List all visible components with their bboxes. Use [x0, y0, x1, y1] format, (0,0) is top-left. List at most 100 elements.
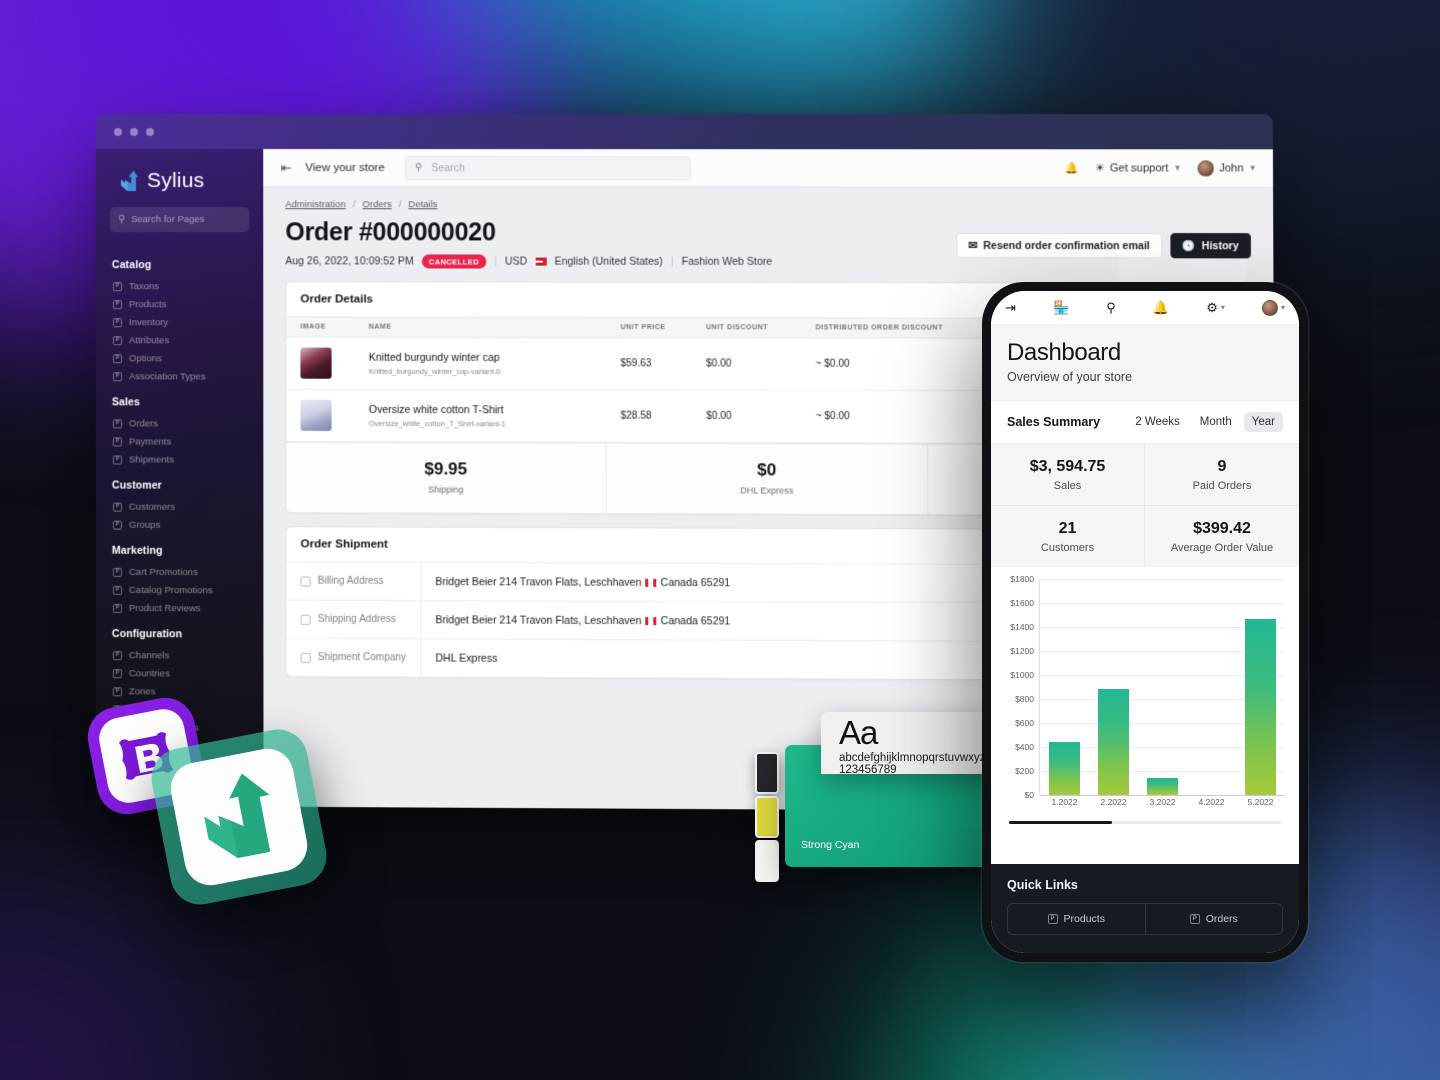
search-icon[interactable]: ⚲	[1106, 300, 1116, 316]
clock-icon: 🕓	[1182, 240, 1196, 253]
meta-divider: |	[670, 255, 674, 268]
chart-bar[interactable]	[1245, 619, 1276, 795]
sidebar-item-orders[interactable]: P Orders	[96, 414, 263, 432]
sidebar-item-countries[interactable]: P Countries	[96, 664, 264, 683]
chart-x-tick-label: 4.2022	[1198, 797, 1225, 807]
sidebar-item-shipments[interactable]: P Shipments	[96, 450, 263, 469]
chart-bar-cell[interactable]	[1089, 579, 1138, 795]
page-icon: P	[112, 281, 122, 291]
period-month[interactable]: Month	[1192, 412, 1240, 432]
breadcrumb-orders[interactable]: Orders	[362, 199, 391, 210]
product-name: Oversize white cotton T-Shirt	[368, 403, 504, 416]
sidebar-item-association-types[interactable]: P Association Types	[96, 367, 263, 385]
chart-y-tick-label: $1600	[1010, 598, 1034, 608]
dashboard-subtitle: Overview of your store	[1007, 370, 1133, 384]
chart-y-tick-label: $600	[1015, 717, 1034, 728]
user-name-label: John	[1219, 161, 1244, 175]
sidebar-item-taxons[interactable]: P Taxons	[96, 277, 263, 295]
window-close-dot[interactable]	[113, 127, 122, 136]
get-support-menu[interactable]: ⚙ ▾	[1206, 300, 1225, 316]
chart-bar-cell[interactable]	[1138, 579, 1187, 795]
quick-links-row: P Products P Orders	[1007, 903, 1283, 935]
chart-scrollbar[interactable]	[1009, 821, 1281, 824]
collapse-sidebar-icon[interactable]: ⇤	[279, 160, 293, 176]
sidebar-item-channels[interactable]: P Channels	[96, 646, 264, 665]
total-label: DHL Express	[740, 485, 794, 496]
quick-link-orders[interactable]: P Orders	[1144, 904, 1283, 934]
chart-scrollbar-thumb[interactable]	[1009, 821, 1113, 824]
window-minimize-dot[interactable]	[130, 127, 139, 136]
user-menu[interactable]: John ▼	[1197, 159, 1257, 177]
chart-x-tick-label: 5.2022	[1247, 797, 1274, 807]
search-icon: ⚲	[414, 162, 423, 174]
sidebar-item-cart-promotions[interactable]: P Cart Promotions	[96, 563, 263, 582]
sidebar-search-input[interactable]: ⚲ Search for Pages	[109, 207, 250, 233]
kpi-label: Sales	[1053, 480, 1082, 492]
kpi-value: $3, 594.75	[1029, 458, 1106, 475]
store-icon[interactable]: 🏪	[1053, 300, 1069, 316]
search-field[interactable]	[431, 161, 690, 174]
page-icon: P	[112, 418, 122, 428]
chevron-down-icon: ▼	[1173, 163, 1182, 173]
status-badge: CANCELLED	[421, 254, 487, 269]
sidebar-item-label: Attributes	[128, 334, 170, 346]
window-maximize-dot[interactable]	[146, 127, 155, 136]
chart-bar-cell[interactable]	[1187, 579, 1236, 795]
sidebar-item-products[interactable]: P Products	[96, 295, 263, 313]
get-support-label: Get support	[1109, 161, 1169, 175]
cell-unit-discount: $0.00	[698, 390, 808, 443]
quick-links-panel: Quick Links P Products P Orders	[991, 864, 1299, 953]
search-icon: ⚲	[117, 214, 125, 226]
chart-y-tick-label: $1800	[1010, 574, 1034, 584]
history-button[interactable]: 🕓 History	[1170, 233, 1251, 259]
total-dhl-express: $0 DHL Express	[606, 443, 929, 515]
sylius-logo[interactable]: Sylius	[96, 161, 263, 205]
kpi-paid-orders: 9 Paid Orders	[1145, 444, 1299, 506]
total-label: Shipping	[428, 484, 464, 495]
billing-address-text: Bridget Beier 214 Travon Flats, Leschhav…	[435, 575, 642, 589]
sidebar-item-inventory[interactable]: P Inventory	[96, 313, 263, 331]
chart-bar[interactable]	[1147, 778, 1178, 795]
order-channel: Fashion Web Store	[681, 255, 773, 268]
view-your-store-link[interactable]: View your store	[305, 162, 384, 174]
breadcrumb-administration[interactable]: Administration	[285, 199, 345, 210]
notifications-bell-icon[interactable]: 🔔	[1153, 300, 1169, 316]
sidebar-item-customers[interactable]: P Customers	[96, 498, 263, 517]
shipment-company-label: Shipment Company	[317, 651, 407, 664]
envelope-icon: ✉	[968, 239, 978, 252]
sidebar-item-options[interactable]: P Options	[96, 349, 263, 367]
page-title: Order #000000020	[285, 218, 496, 247]
chart-bar-cell[interactable]	[1236, 579, 1285, 795]
search-input[interactable]: ⚲	[404, 155, 691, 180]
sidebar-item-payments[interactable]: P Payments	[96, 432, 263, 450]
canada-flag-icon	[645, 616, 657, 625]
product-thumbnail	[300, 399, 332, 431]
chart-bar[interactable]	[1049, 741, 1080, 795]
sidebar-item-attributes[interactable]: P Attributes	[96, 331, 263, 349]
sales-summary-bar: Sales Summary 2 Weeks Month Year	[991, 401, 1299, 444]
resend-label: Resend order confirmation email	[983, 239, 1150, 252]
swatch-yellow	[755, 796, 779, 838]
chart-bar-cell[interactable]	[1040, 579, 1089, 795]
sidebar-item-product-reviews[interactable]: P Product Reviews	[96, 599, 263, 618]
page-icon: P	[112, 436, 122, 446]
box-icon	[300, 614, 311, 625]
period-2-weeks[interactable]: 2 Weeks	[1127, 412, 1188, 432]
quick-link-label: Products	[1063, 913, 1105, 925]
collapse-sidebar-icon[interactable]: ⇥	[1005, 300, 1016, 316]
period-year[interactable]: Year	[1243, 412, 1283, 432]
product-variant: Oversize_white_cotton_T_Shirt-variant-1	[368, 418, 506, 428]
sylius-app-logo-inner	[166, 744, 312, 890]
get-support-menu[interactable]: ☀ Get support ▼	[1095, 161, 1182, 175]
chart-bar[interactable]	[1098, 688, 1129, 795]
chart-bars	[1040, 579, 1285, 795]
period-segmented-control: 2 Weeks Month Year	[1127, 412, 1283, 432]
quick-link-products[interactable]: P Products	[1008, 904, 1145, 934]
cell-unit-price: $28.58	[612, 389, 699, 443]
notifications-bell-icon[interactable]: 🔔	[1065, 161, 1079, 174]
sidebar-item-groups[interactable]: P Groups	[96, 516, 263, 535]
sidebar-item-catalog-promotions[interactable]: P Catalog Promotions	[96, 581, 263, 600]
user-menu[interactable]: ▾	[1261, 299, 1285, 316]
cell-unit-discount: $0.00	[698, 337, 808, 391]
resend-confirmation-email-button[interactable]: ✉ Resend order confirmation email	[956, 232, 1163, 259]
